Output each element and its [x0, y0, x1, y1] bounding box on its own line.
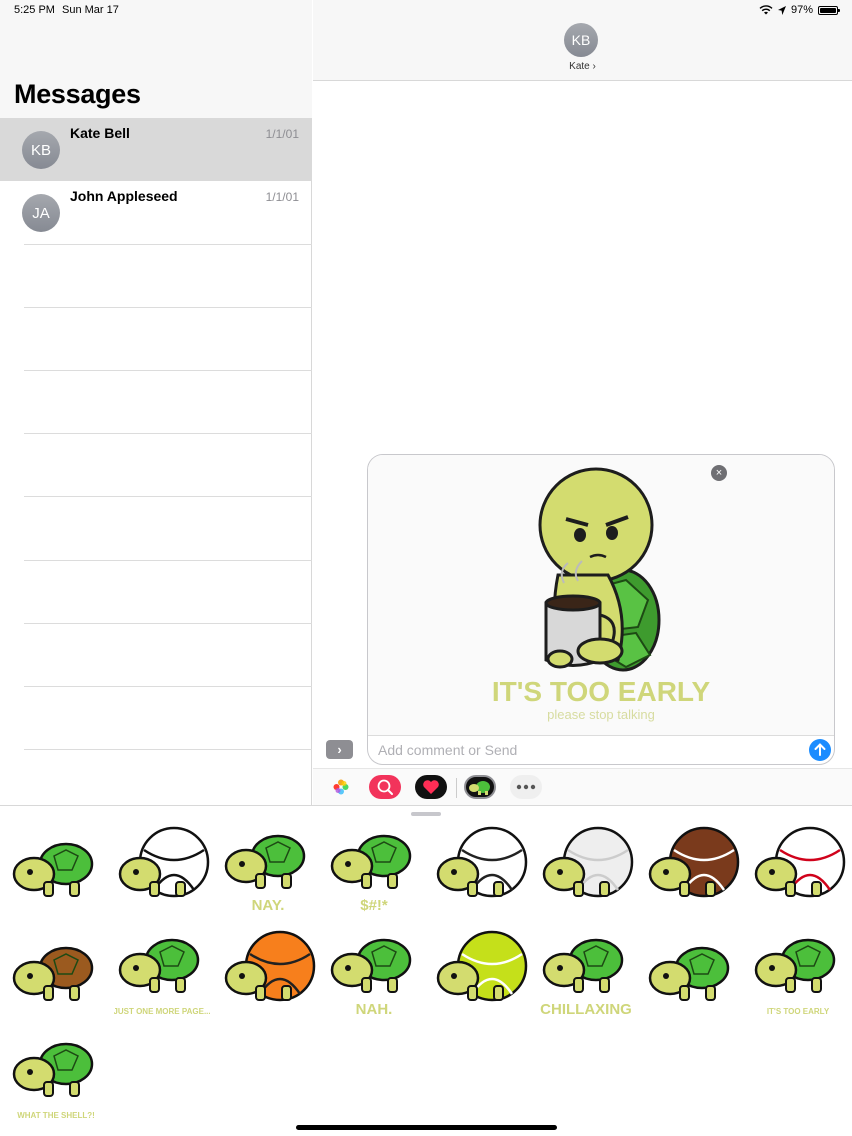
- drawer-grabber[interactable]: [411, 812, 441, 816]
- conversation-row-kate-bell[interactable]: KB Kate Bell 1/1/01: [0, 118, 312, 181]
- turtle-nah-caption: NAH.: [356, 1001, 393, 1018]
- heart-icon: [423, 780, 439, 794]
- message-input[interactable]: Add comment or Send: [378, 742, 798, 760]
- row-divider: [24, 623, 312, 624]
- turtle-plain-image: [12, 842, 94, 897]
- turtle-nay-image: NAY.: [224, 834, 306, 914]
- arrow-up-icon: [814, 743, 826, 756]
- turtle-swear-caption: $#!*: [360, 897, 388, 914]
- contact-name-button[interactable]: Kate ›: [313, 61, 852, 72]
- more-apps-button[interactable]: [510, 775, 542, 799]
- photos-icon: [333, 779, 349, 795]
- sticker-turtle-tennis[interactable]: [432, 924, 528, 1020]
- home-indicator[interactable]: [296, 1125, 557, 1130]
- turtle-baseball-image: [754, 826, 846, 898]
- conversation-date: 1/1/01: [265, 127, 299, 141]
- sticker-turtle-soccer[interactable]: [114, 820, 210, 916]
- turtle-reading-image: JUST ONE MORE PAGE...: [113, 938, 211, 1016]
- sticker-turtle-chillaxing[interactable]: CHILLAXING: [538, 924, 634, 1020]
- turtle-what-the-shell-caption: WHAT THE SHELL?!: [17, 1111, 95, 1120]
- row-divider: [24, 433, 312, 434]
- contact-name: John Appleseed: [70, 188, 178, 204]
- turtle-too-early-image: IT'S TOO EARLY: [754, 938, 836, 1016]
- status-bar: 5:25 PM Sun Mar 17 97%: [0, 0, 852, 20]
- status-date: Sun Mar 17: [62, 4, 119, 16]
- sticker-preview: IT'S TOO EARLY please stop talking ×: [368, 455, 834, 736]
- turtle-nay-caption: NAY.: [252, 897, 285, 914]
- avatar: JA: [22, 194, 60, 232]
- row-divider: [24, 686, 312, 687]
- ellipsis-icon: [516, 784, 536, 790]
- search-images-app-button[interactable]: [369, 775, 401, 799]
- turtle-soccer-image: [118, 826, 210, 898]
- turtle-sleepy-image: [648, 946, 730, 1001]
- sticker-turtle-what-the-shell[interactable]: WHAT THE SHELL?!: [8, 1028, 104, 1124]
- strip-divider: [456, 778, 457, 798]
- conversation-row-john-appleseed[interactable]: JA John Appleseed 1/1/01: [0, 181, 312, 244]
- sticker-turtle-football[interactable]: [644, 820, 740, 916]
- expand-apps-button[interactable]: ›: [326, 740, 353, 759]
- turtle-basketball-image: [224, 930, 316, 1002]
- turtle-chillaxing-image: CHILLAXING: [540, 938, 632, 1018]
- avatar: KB: [22, 131, 60, 169]
- sticker-turtle-nah[interactable]: NAH.: [326, 924, 422, 1020]
- turtle-swear-image: $#!*: [330, 834, 412, 914]
- wifi-icon: [759, 5, 773, 15]
- turtle-golf-image: [542, 826, 634, 898]
- compose-field[interactable]: IT'S TOO EARLY please stop talking × Add…: [367, 454, 835, 765]
- chevron-right-icon: ›: [337, 742, 342, 757]
- sticker-turtle-golf[interactable]: [538, 820, 634, 916]
- imessage-app-strip: [313, 768, 852, 805]
- conversation-date: 1/1/01: [265, 190, 299, 204]
- row-divider: [24, 749, 312, 750]
- sticker-turtle-plain[interactable]: [8, 820, 104, 916]
- turtle-volleyball-image: [436, 826, 528, 898]
- row-divider: [24, 370, 312, 371]
- turtle-reading-caption: JUST ONE MORE PAGE...: [114, 1007, 210, 1016]
- battery-percent: 97%: [790, 4, 813, 16]
- sticker-turtle-sleepy[interactable]: [644, 924, 740, 1020]
- sticker-turtle-baseball[interactable]: [750, 820, 846, 916]
- turtle-too-early-caption: IT'S TOO EARLY: [767, 1007, 830, 1016]
- turtle-chillaxing-caption: CHILLAXING: [540, 1001, 632, 1018]
- globe-search-icon: [377, 779, 393, 795]
- digital-touch-app-button[interactable]: [415, 775, 447, 799]
- row-divider: [24, 560, 312, 561]
- turtle-football-image: [648, 826, 740, 898]
- sticker-turtle-basketball[interactable]: [220, 924, 316, 1020]
- send-button[interactable]: [809, 739, 831, 761]
- sticker-drawer: NAY. $#!* JUST ONE MORE PAGE... NAH. CHILLAX…: [0, 805, 852, 1136]
- turtle-nah-image: NAH.: [330, 938, 412, 1018]
- turtle-brown-image: [12, 946, 94, 1001]
- location-icon: [777, 5, 786, 15]
- row-divider: [24, 496, 312, 497]
- sticker-turtle-too-early[interactable]: IT'S TOO EARLY: [750, 924, 846, 1020]
- sticker-subcaption: please stop talking: [547, 707, 655, 722]
- conversation-list-pane: Messages KB Kate Bell 1/1/01 JA John App…: [0, 0, 312, 805]
- row-divider: [24, 244, 312, 245]
- row-divider: [24, 307, 312, 308]
- contact-name: Kate Bell: [70, 125, 130, 141]
- sticker-turtle-nay[interactable]: NAY.: [220, 820, 316, 916]
- turtle-sticker-app-button[interactable]: [464, 775, 496, 799]
- status-right: 97%: [759, 4, 840, 16]
- photos-app-button[interactable]: [325, 775, 357, 799]
- page-title: Messages: [14, 79, 141, 109]
- sticker-turtle-swear[interactable]: $#!*: [326, 820, 422, 916]
- sticker-caption: IT'S TOO EARLY: [492, 676, 711, 707]
- turtle-icon: [469, 781, 490, 795]
- status-time: 5:25 PM: [14, 4, 55, 16]
- sticker-turtle-brown[interactable]: [8, 924, 104, 1020]
- sticker-turtle-volleyball[interactable]: [432, 820, 528, 916]
- turtle-what-the-shell-image: WHAT THE SHELL?!: [12, 1042, 95, 1120]
- contact-avatar[interactable]: KB: [564, 23, 598, 57]
- sticker-turtle-reading[interactable]: JUST ONE MORE PAGE...: [113, 924, 211, 1020]
- close-icon: ×: [715, 467, 723, 479]
- turtle-tennis-image: [436, 930, 528, 1002]
- turtle-coffee-sticker: IT'S TOO EARLY please stop talking: [492, 467, 711, 722]
- battery-icon: [818, 5, 840, 15]
- remove-sticker-button[interactable]: ×: [711, 465, 727, 481]
